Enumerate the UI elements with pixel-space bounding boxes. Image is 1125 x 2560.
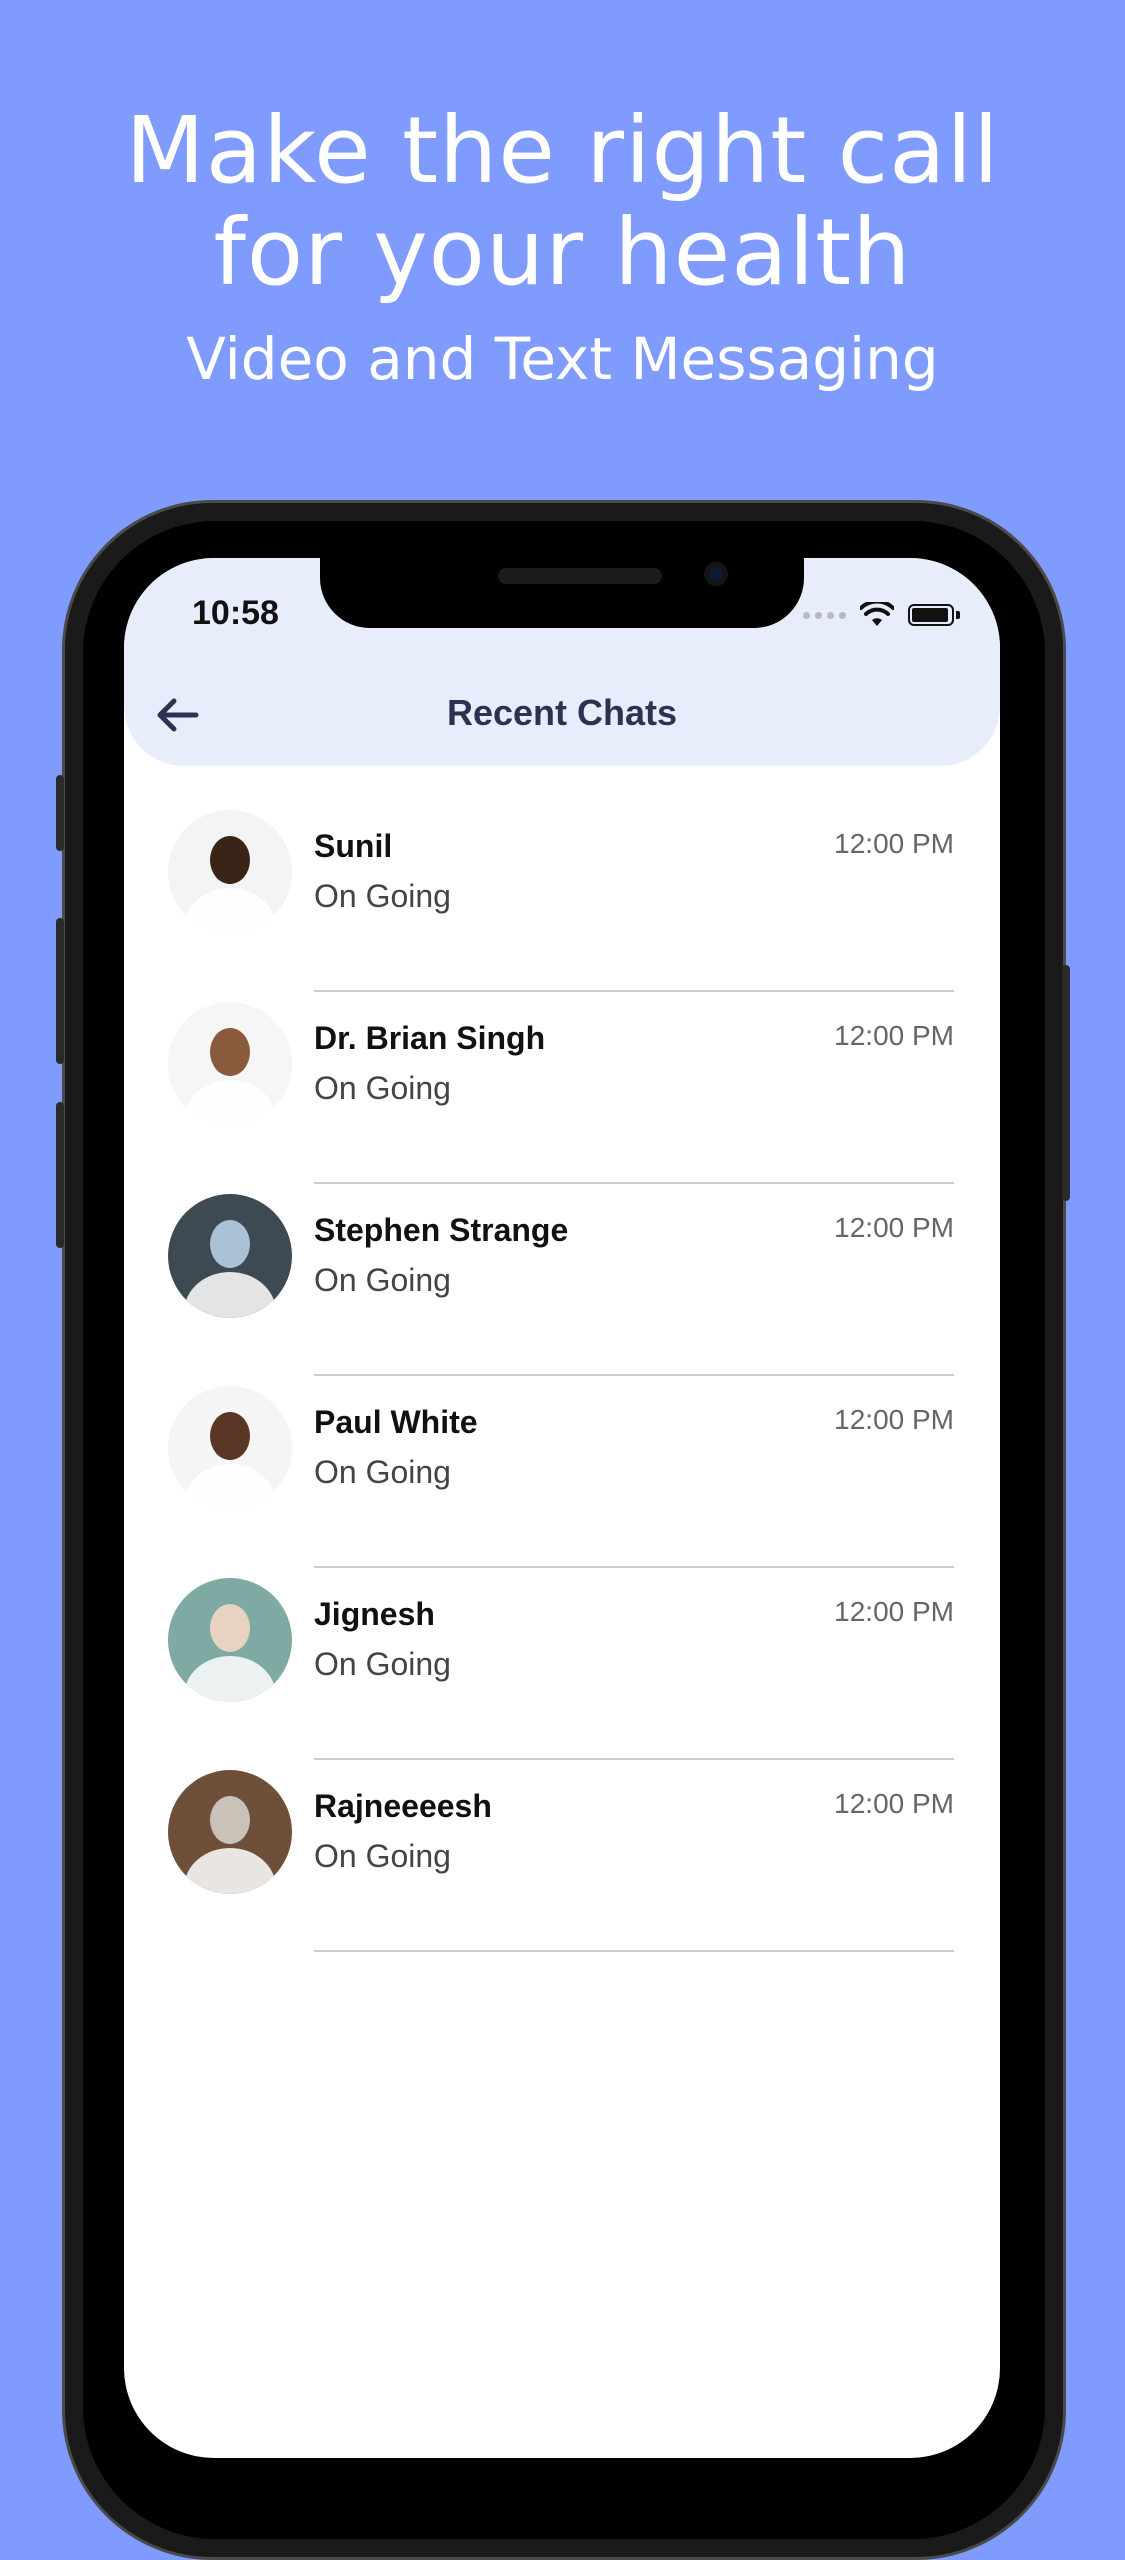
wifi-icon	[860, 602, 894, 626]
speaker-grille	[498, 568, 662, 584]
chat-name: Rajneeeesh	[314, 1788, 492, 1824]
power-button	[1062, 965, 1070, 1201]
avatar	[168, 1002, 292, 1126]
divider	[314, 1950, 954, 1952]
chat-status: On Going	[314, 1262, 451, 1298]
front-camera	[704, 562, 728, 586]
chat-name: Stephen Strange	[314, 1212, 569, 1248]
chat-time: 12:00 PM	[834, 1020, 954, 1051]
notch	[320, 558, 804, 628]
chat-list-item[interactable]: Jignesh On Going 12:00 PM	[124, 1566, 1000, 1760]
chat-name: Jignesh	[314, 1596, 435, 1632]
chat-status: On Going	[314, 1070, 451, 1106]
chat-list: Sunil On Going 12:00 PM Dr. Brian Singh On G…	[124, 798, 1000, 1952]
chat-list-item[interactable]: Paul White On Going 12:00 PM	[124, 1374, 1000, 1568]
status-time: 10:58	[192, 594, 279, 632]
promo-headline: Make the right call for your health Vide…	[0, 100, 1125, 394]
chat-time: 12:00 PM	[834, 1404, 954, 1435]
chat-time: 12:00 PM	[834, 828, 954, 859]
cellular-dots-icon	[803, 611, 846, 619]
chat-name: Dr. Brian Singh	[314, 1020, 546, 1056]
chat-time: 12:00 PM	[834, 1788, 954, 1819]
subheadline: Video and Text Messaging	[186, 325, 939, 393]
chat-name: Paul White	[314, 1404, 478, 1440]
avatar	[168, 1770, 292, 1894]
battery-icon	[908, 604, 954, 626]
avatar	[168, 1194, 292, 1318]
avatar	[168, 1386, 292, 1510]
status-icons	[803, 602, 960, 628]
chat-name: Sunil	[314, 828, 393, 864]
volume-down-button	[56, 1102, 64, 1248]
phone-screen: 10:58 Recent Chats Sunil On Going 12:00 PM…	[124, 558, 1000, 2458]
chat-list-item[interactable]: Stephen Strange On Going 12:00 PM	[124, 1182, 1000, 1376]
avatar	[168, 810, 292, 934]
chat-status: On Going	[314, 1454, 451, 1490]
headline-line-1: Make the right call	[125, 97, 1000, 204]
battery-cap	[956, 611, 960, 619]
chat-list-item[interactable]: Dr. Brian Singh On Going 12:00 PM	[124, 990, 1000, 1184]
chat-time: 12:00 PM	[834, 1596, 954, 1627]
mute-switch	[56, 775, 64, 851]
headline-line-2: for your health	[213, 199, 912, 306]
avatar	[168, 1578, 292, 1702]
chat-status: On Going	[314, 1838, 451, 1874]
chat-time: 12:00 PM	[834, 1212, 954, 1243]
volume-up-button	[56, 918, 64, 1064]
chat-status: On Going	[314, 878, 451, 914]
chat-list-item[interactable]: Rajneeeesh On Going 12:00 PM	[124, 1758, 1000, 1952]
page-title: Recent Chats	[446, 692, 678, 733]
chat-status: On Going	[314, 1646, 451, 1682]
chat-list-item[interactable]: Sunil On Going 12:00 PM	[124, 798, 1000, 992]
